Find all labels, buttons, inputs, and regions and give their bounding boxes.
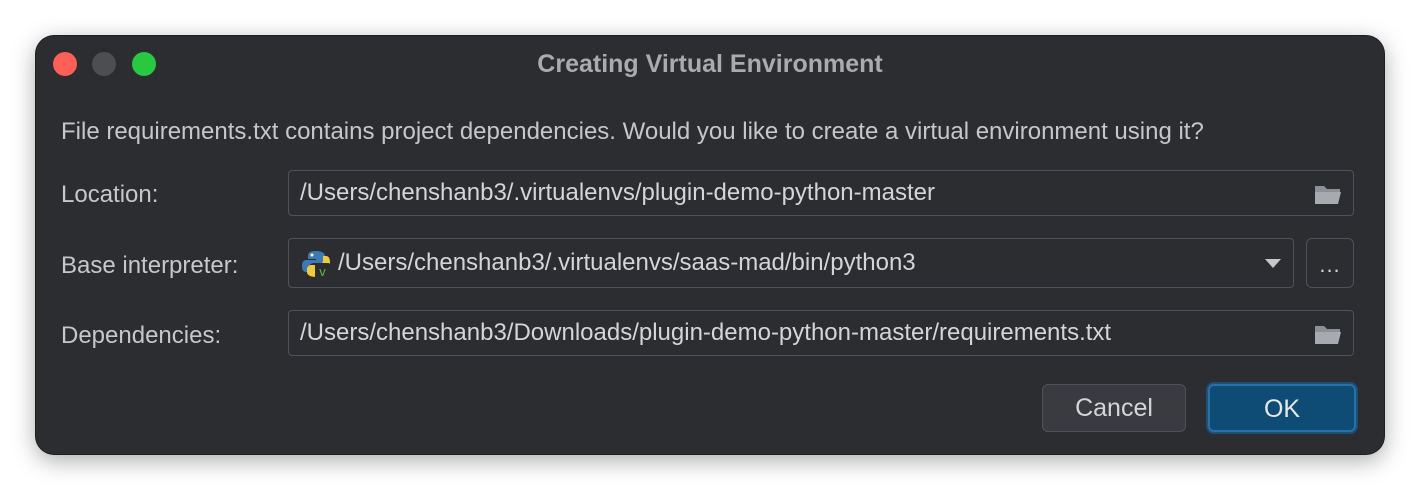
location-field[interactable]: /Users/chenshanb3/.virtualenvs/plugin-de… <box>288 170 1354 216</box>
base-interpreter-select[interactable]: v /Users/chenshanb3/.virtualenvs/saas-ma… <box>288 238 1294 288</box>
base-interpreter-value: /Users/chenshanb3/.virtualenvs/saas-mad/… <box>338 249 916 276</box>
base-interpreter-label: Base interpreter: <box>61 252 239 279</box>
ok-button[interactable]: OK <box>1208 384 1356 432</box>
location-value: /Users/chenshanb3/.virtualenvs/plugin-de… <box>300 179 935 206</box>
dependencies-field[interactable]: /Users/chenshanb3/Downloads/plugin-demo-… <box>288 310 1354 356</box>
svg-text:v: v <box>319 264 326 279</box>
cancel-button[interactable]: Cancel <box>1042 384 1186 432</box>
dialog-window: Creating Virtual Environment File requir… <box>36 36 1384 454</box>
dependencies-label: Dependencies: <box>61 322 222 349</box>
folder-icon[interactable] <box>1313 182 1343 206</box>
browse-interpreter-button[interactable]: ... <box>1306 238 1354 288</box>
chevron-down-icon <box>1265 259 1281 268</box>
dialog-title: Creating Virtual Environment <box>537 50 883 78</box>
folder-icon[interactable] <box>1313 322 1343 346</box>
python-venv-icon: v <box>302 251 330 279</box>
title-bar: Creating Virtual Environment <box>36 36 1384 92</box>
info-message: File requirements.txt contains project d… <box>61 118 1204 145</box>
location-label: Location: <box>61 181 159 208</box>
dependencies-value: /Users/chenshanb3/Downloads/plugin-demo-… <box>300 319 1112 346</box>
